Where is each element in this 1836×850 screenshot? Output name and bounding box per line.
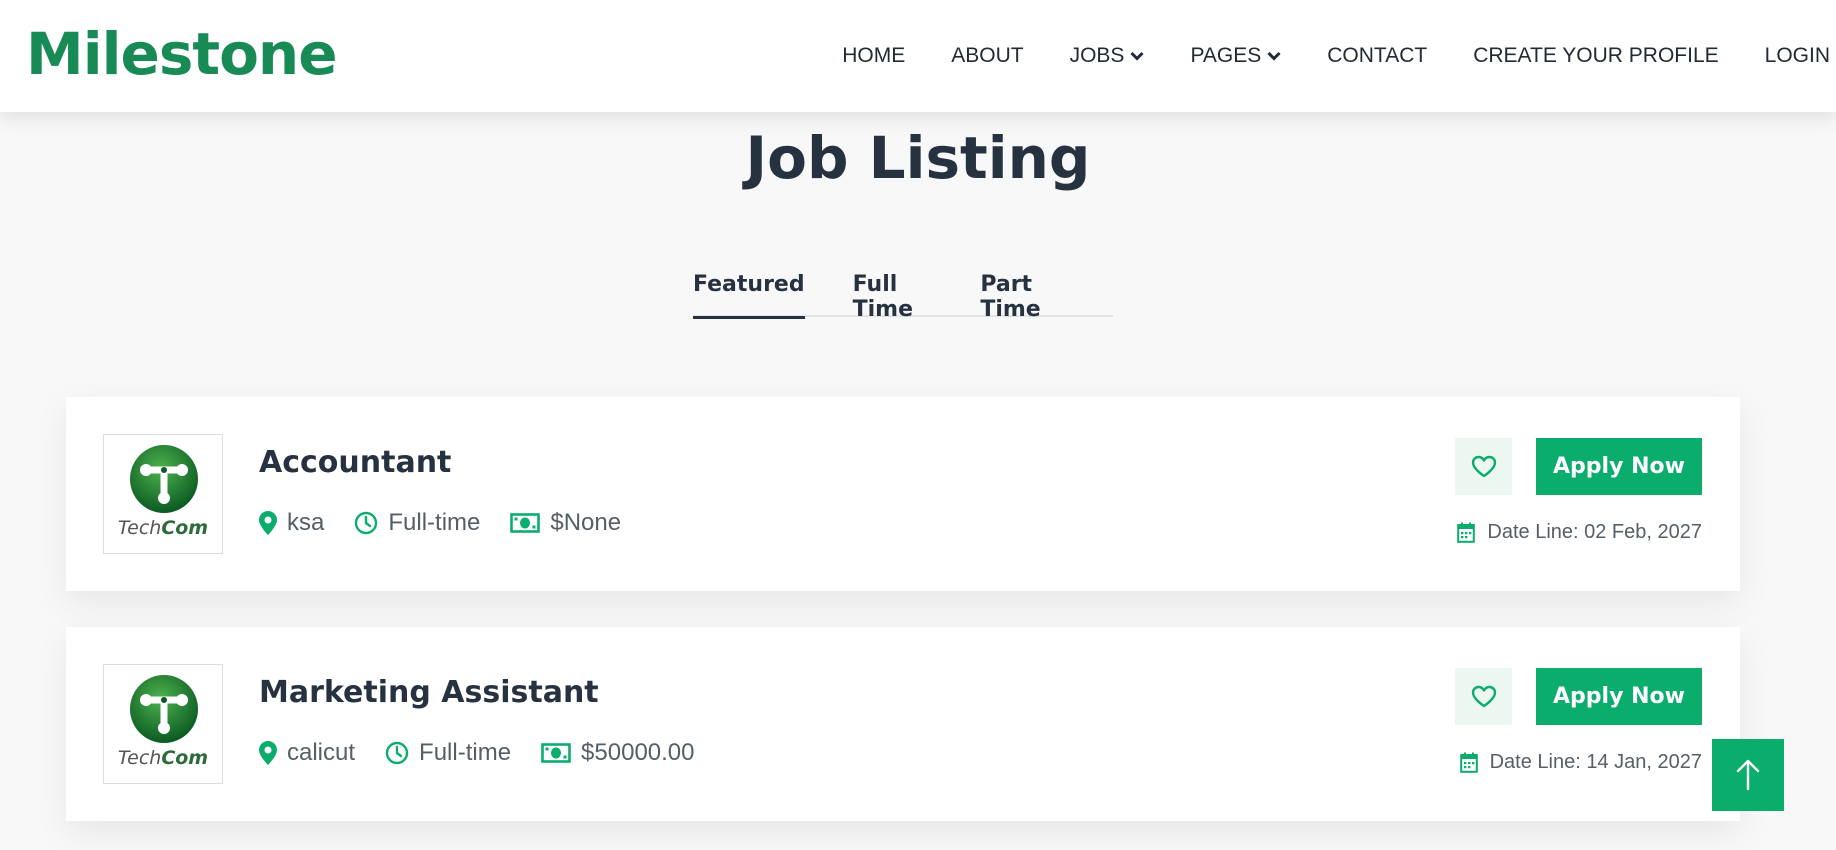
apply-now-button[interactable]: Apply Now xyxy=(1536,438,1702,495)
favorite-button[interactable] xyxy=(1455,438,1512,495)
heart-icon xyxy=(1471,455,1496,477)
nav-contact[interactable]: CONTACT xyxy=(1327,44,1427,68)
job-location-text: ksa xyxy=(287,509,325,536)
job-title[interactable]: Marketing Assistant xyxy=(259,675,599,710)
nav-create-profile[interactable]: CREATE YOUR PROFILE xyxy=(1473,44,1718,68)
job-type-tabs: Featured Full Time Part Time xyxy=(693,264,1113,322)
job-card: TechCom Accountant ksa Full-time $None A… xyxy=(66,397,1740,591)
nav-create-profile-label: CREATE YOUR PROFILE xyxy=(1473,44,1719,67)
job-meta: calicut Full-time $50000.00 xyxy=(259,739,725,767)
calendar-icon xyxy=(1459,752,1478,773)
tab-featured[interactable]: Featured xyxy=(693,264,805,319)
apply-now-button[interactable]: Apply Now xyxy=(1536,668,1702,725)
job-deadline: Date Line: 02 Feb, 2027 xyxy=(1457,521,1702,544)
job-type: Full-time xyxy=(354,509,480,537)
company-logo[interactable]: TechCom xyxy=(103,664,223,784)
job-salary: $50000.00 xyxy=(541,739,695,767)
company-logo-text: TechCom xyxy=(117,517,209,539)
company-logo[interactable]: TechCom xyxy=(103,434,223,554)
job-salary-text: $50000.00 xyxy=(581,739,695,766)
nav-login-label: LOGIN xyxy=(1764,44,1830,67)
techcom-logo-icon xyxy=(130,675,198,743)
job-deadline: Date Line: 14 Jan, 2027 xyxy=(1459,751,1702,774)
job-location: calicut xyxy=(259,739,355,767)
nav-pages-label: PAGES xyxy=(1190,44,1262,67)
company-logo-text: TechCom xyxy=(117,747,209,769)
job-deadline-text: Date Line: 14 Jan, 2027 xyxy=(1489,751,1702,773)
job-title[interactable]: Accountant xyxy=(259,445,451,480)
clock-icon xyxy=(385,741,409,765)
scroll-to-top-button[interactable] xyxy=(1712,739,1784,811)
nav-contact-label: CONTACT xyxy=(1327,44,1428,67)
job-type-text: Full-time xyxy=(388,509,481,536)
job-location: ksa xyxy=(259,509,324,537)
job-location-text: calicut xyxy=(287,739,356,766)
money-bill-icon xyxy=(541,743,571,763)
job-meta: ksa Full-time $None xyxy=(259,509,651,537)
techcom-logo-icon xyxy=(130,445,198,513)
chevron-down-icon xyxy=(1267,51,1281,61)
page-title: Job Listing xyxy=(745,124,1091,192)
job-card: TechCom Marketing Assistant calicut Full… xyxy=(66,627,1740,821)
job-salary-text: $None xyxy=(550,509,622,536)
heart-icon xyxy=(1471,685,1496,707)
nav-jobs-dropdown[interactable]: JOBS xyxy=(1070,44,1145,68)
site-header: Milestone HOME ABOUT JOBS PAGES CONTACT … xyxy=(0,0,1836,112)
money-bill-icon xyxy=(510,513,541,533)
nav-jobs-label: JOBS xyxy=(1069,44,1125,67)
nav-login[interactable]: LOGIN xyxy=(1765,44,1830,68)
site-logo[interactable]: Milestone xyxy=(26,18,338,90)
map-pin-icon xyxy=(259,511,277,535)
tab-full-time[interactable]: Full Time xyxy=(853,264,933,322)
job-listing-section: Job Listing Featured Full Time Part Time xyxy=(0,112,1836,850)
job-type-text: Full-time xyxy=(419,739,512,766)
nav-home[interactable]: HOME xyxy=(842,44,905,68)
nav-home-label: HOME xyxy=(842,44,906,67)
nav-about-label: ABOUT xyxy=(951,44,1024,67)
main-nav: HOME ABOUT JOBS PAGES CONTACT CREATE YOU… xyxy=(796,0,1830,112)
favorite-button[interactable] xyxy=(1455,668,1512,725)
nav-pages-dropdown[interactable]: PAGES xyxy=(1190,44,1281,68)
nav-about[interactable]: ABOUT xyxy=(951,44,1023,68)
job-salary: $None xyxy=(510,509,621,537)
map-pin-icon xyxy=(259,741,277,765)
tab-part-time[interactable]: Part Time xyxy=(980,264,1065,322)
calendar-icon xyxy=(1457,522,1476,543)
clock-icon xyxy=(355,511,378,535)
job-deadline-text: Date Line: 02 Feb, 2027 xyxy=(1487,521,1702,543)
job-type: Full-time xyxy=(385,739,511,767)
arrow-up-icon xyxy=(1736,759,1760,791)
chevron-down-icon xyxy=(1130,51,1145,61)
